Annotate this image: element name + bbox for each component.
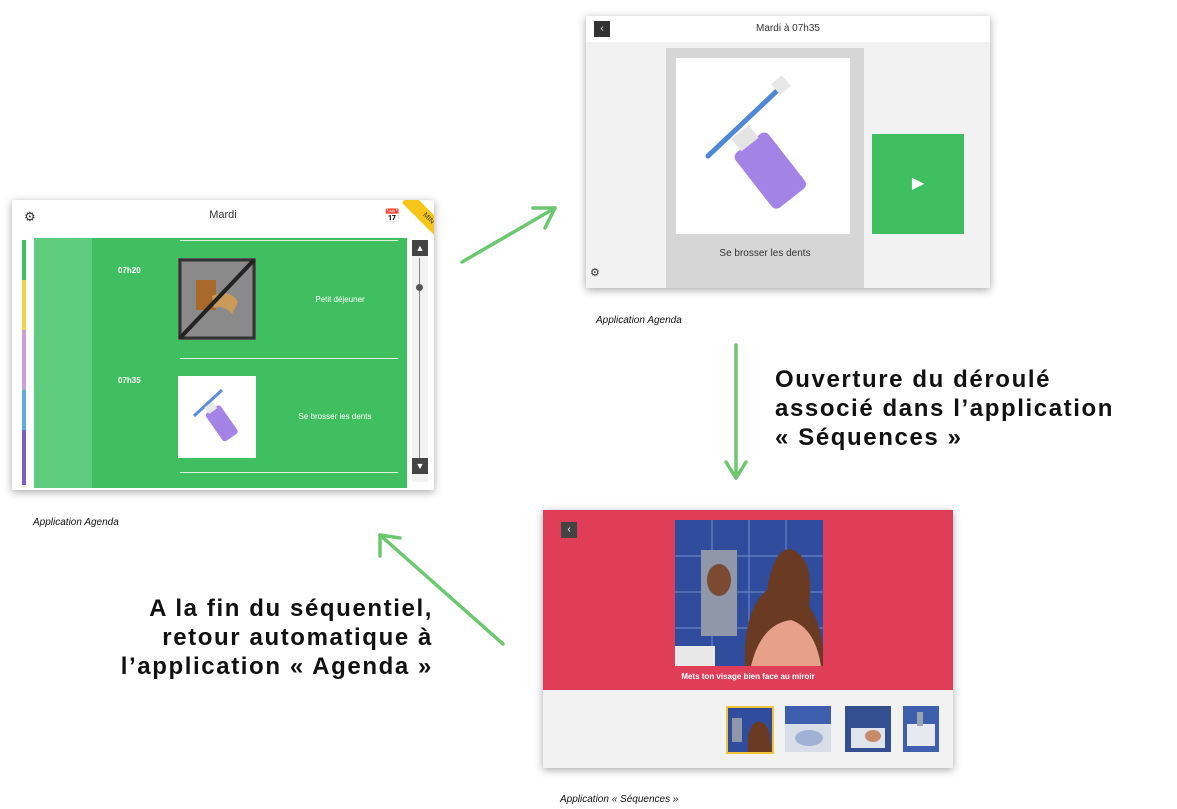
arrow-agenda-to-detail — [460, 206, 557, 264]
arrow-sequences-to-agenda — [378, 533, 505, 646]
flow-arrows — [378, 206, 748, 646]
